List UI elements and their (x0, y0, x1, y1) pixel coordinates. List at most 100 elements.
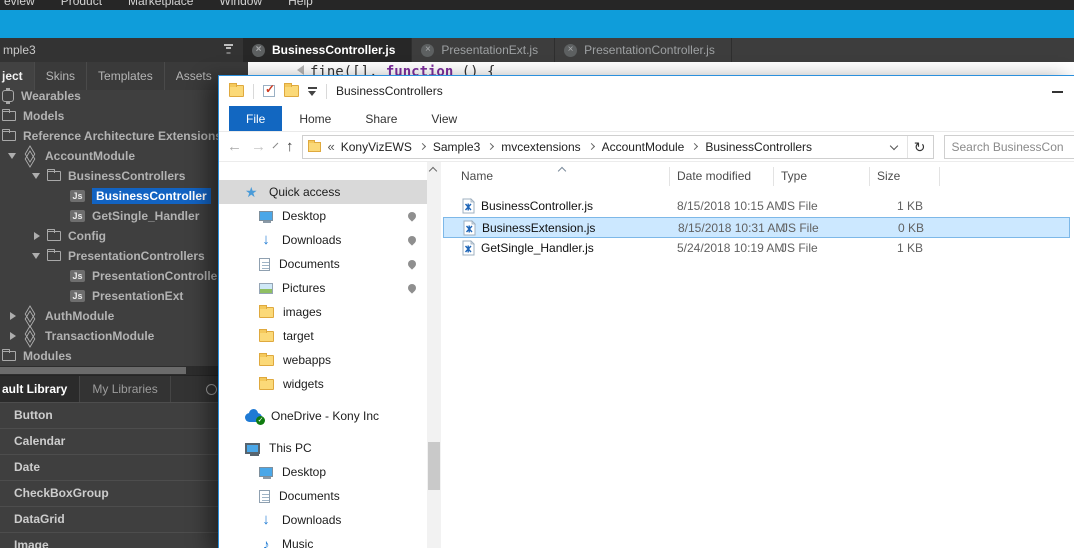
horizontal-scrollbar[interactable] (0, 366, 218, 375)
refresh-icon[interactable]: ↻ (914, 140, 928, 154)
editor-tab-presentationext[interactable]: PresentationExt.js (412, 38, 556, 62)
search-box[interactable] (943, 134, 1074, 159)
column-header-size[interactable]: Size (877, 162, 900, 190)
explorer-titlebar[interactable]: BusinessControllers (219, 76, 1074, 106)
fold-arrow-icon[interactable] (292, 65, 304, 75)
close-icon[interactable] (252, 43, 265, 57)
ribbon-tab-share[interactable]: Share (348, 106, 414, 131)
tree-item-transactionmodule[interactable]: TransactionModule (0, 326, 218, 346)
file-row-businesscontroller[interactable]: BusinessController.js 8/15/2018 10:15 AM… (443, 196, 1070, 217)
breadcrumb-overflow[interactable]: « (328, 139, 335, 154)
tree-item-accountmodule[interactable]: AccountModule (0, 146, 218, 166)
panel-pin-icon[interactable] (224, 44, 233, 55)
menu-item[interactable]: Marketplace (128, 0, 193, 10)
nav-item-pc-downloads[interactable]: Downloads (219, 508, 427, 532)
ribbon-tab-file[interactable]: File (229, 106, 283, 131)
code-editor[interactable]: fine([], function () { (218, 62, 1074, 75)
breadcrumb-segment[interactable]: KonyVizEWS (341, 140, 412, 154)
column-header-name[interactable]: Name (461, 162, 493, 190)
tree-item-businesscontroller[interactable]: BusinessController (0, 186, 218, 206)
chevron-right-icon[interactable] (8, 312, 19, 320)
tree-item-config[interactable]: Config (0, 226, 218, 246)
chevron-right-icon[interactable] (418, 142, 426, 151)
tree-item-authmodule[interactable]: AuthModule (0, 306, 218, 326)
tree-item-models[interactable]: Models (0, 106, 218, 126)
nav-item-pc-desktop[interactable]: Desktop (219, 460, 427, 484)
tab-default-library[interactable]: ault Library (0, 376, 81, 402)
chevron-right-icon[interactable] (32, 232, 43, 240)
chevron-right-icon[interactable] (8, 332, 19, 340)
breadcrumb-segment[interactable]: mvcextensions (501, 140, 580, 154)
nav-item-target[interactable]: target (219, 324, 427, 348)
nav-item-onedrive[interactable]: OneDrive - Kony Inc (219, 404, 427, 428)
chevron-down-icon[interactable] (8, 149, 19, 163)
recent-locations-chevron-icon[interactable] (272, 142, 279, 148)
breadcrumb-segment[interactable]: Sample3 (433, 140, 480, 154)
column-divider[interactable] (939, 167, 940, 186)
nav-item-pictures[interactable]: Pictures (219, 276, 427, 300)
widget-item-image[interactable]: Image (0, 533, 218, 548)
search-input[interactable] (944, 135, 1074, 158)
nav-item-pc-music[interactable]: Music (219, 532, 427, 548)
forward-icon[interactable]: → (251, 139, 266, 154)
chevron-right-icon[interactable] (487, 142, 495, 151)
nav-item-pc-documents[interactable]: Documents (219, 484, 427, 508)
editor-tab-businesscontroller[interactable]: BusinessController.js (243, 38, 413, 62)
column-divider[interactable] (773, 167, 774, 186)
file-row-businessextension-selected[interactable]: BusinessExtension.js 8/15/2018 10:31 AM … (443, 217, 1070, 238)
ribbon-tab-home[interactable]: Home (282, 106, 348, 131)
chevron-right-icon[interactable] (587, 142, 595, 151)
properties-check-icon[interactable] (263, 82, 275, 97)
menu-item[interactable]: Window (219, 0, 262, 10)
column-divider[interactable] (669, 167, 670, 186)
ribbon-tab-view[interactable]: View (414, 106, 474, 131)
tree-item-reference-architecture-extensions[interactable]: Reference Architecture Extensions (0, 126, 218, 146)
address-dropdown-chevron-icon[interactable] (889, 141, 899, 150)
widget-item-checkboxgroup[interactable]: CheckBoxGroup (0, 481, 218, 507)
chevron-right-icon[interactable] (691, 142, 699, 151)
nav-item-images[interactable]: images (219, 300, 427, 324)
chevron-down-icon[interactable] (32, 169, 43, 183)
widget-item-date[interactable]: Date (0, 455, 218, 481)
minimize-icon[interactable] (1052, 91, 1063, 93)
breadcrumb-segment[interactable]: AccountModule (602, 140, 685, 154)
scrollbar-thumb[interactable] (0, 367, 186, 374)
address-bar[interactable]: « KonyVizEWS Sample3 mvcextensions Accou… (301, 134, 934, 159)
quick-access-toolbar-dropdown-icon[interactable] (308, 86, 317, 96)
new-folder-icon[interactable] (284, 83, 299, 97)
nav-item-webapps[interactable]: webapps (219, 348, 427, 372)
tree-item-wearables[interactable]: Wearables (0, 86, 218, 106)
editor-tab-presentationcontroller[interactable]: PresentationController.js (555, 38, 732, 62)
widget-item-button[interactable]: Button (0, 403, 218, 429)
search-icon[interactable] (202, 376, 218, 402)
widget-item-datagrid[interactable]: DataGrid (0, 507, 218, 533)
up-icon[interactable]: ↑ (286, 139, 294, 154)
breadcrumb-segment[interactable]: BusinessControllers (705, 140, 812, 154)
menu-item[interactable]: eview (4, 0, 35, 10)
tab-my-libraries[interactable]: My Libraries (80, 376, 171, 402)
nav-item-downloads[interactable]: Downloads (219, 228, 427, 252)
tree-item-presentationcontrollers[interactable]: PresentationControllers (0, 246, 218, 266)
nav-item-quick-access[interactable]: Quick access (219, 180, 427, 204)
close-icon[interactable] (564, 43, 578, 57)
tree-item-getsingle-handler[interactable]: GetSingle_Handler (0, 206, 218, 226)
widget-item-calendar[interactable]: Calendar (0, 429, 218, 455)
close-icon[interactable] (421, 43, 435, 57)
tree-item-businesscontrollers[interactable]: BusinessControllers (0, 166, 218, 186)
column-header-date-modified[interactable]: Date modified (677, 162, 751, 190)
tree-item-modules[interactable]: Modules (0, 346, 218, 366)
chevron-down-icon[interactable] (32, 249, 43, 263)
scrollbar-thumb[interactable] (428, 442, 440, 490)
file-row-getsingle-handler[interactable]: GetSingle_Handler.js 5/24/2018 10:19 AM … (443, 238, 1070, 259)
back-icon[interactable]: ← (227, 139, 242, 154)
nav-item-widgets[interactable]: widgets (219, 372, 427, 396)
tree-item-presentationcontroller[interactable]: PresentationController (0, 266, 218, 286)
scroll-up-icon[interactable] (428, 166, 438, 176)
nav-item-this-pc[interactable]: This PC (219, 436, 427, 460)
nav-item-documents[interactable]: Documents (219, 252, 427, 276)
column-divider[interactable] (869, 167, 870, 186)
nav-item-desktop[interactable]: Desktop (219, 204, 427, 228)
tree-item-presentationext[interactable]: PresentationExt (0, 286, 218, 306)
nav-scrollbar[interactable] (427, 162, 441, 548)
column-header-type[interactable]: Type (781, 162, 807, 190)
